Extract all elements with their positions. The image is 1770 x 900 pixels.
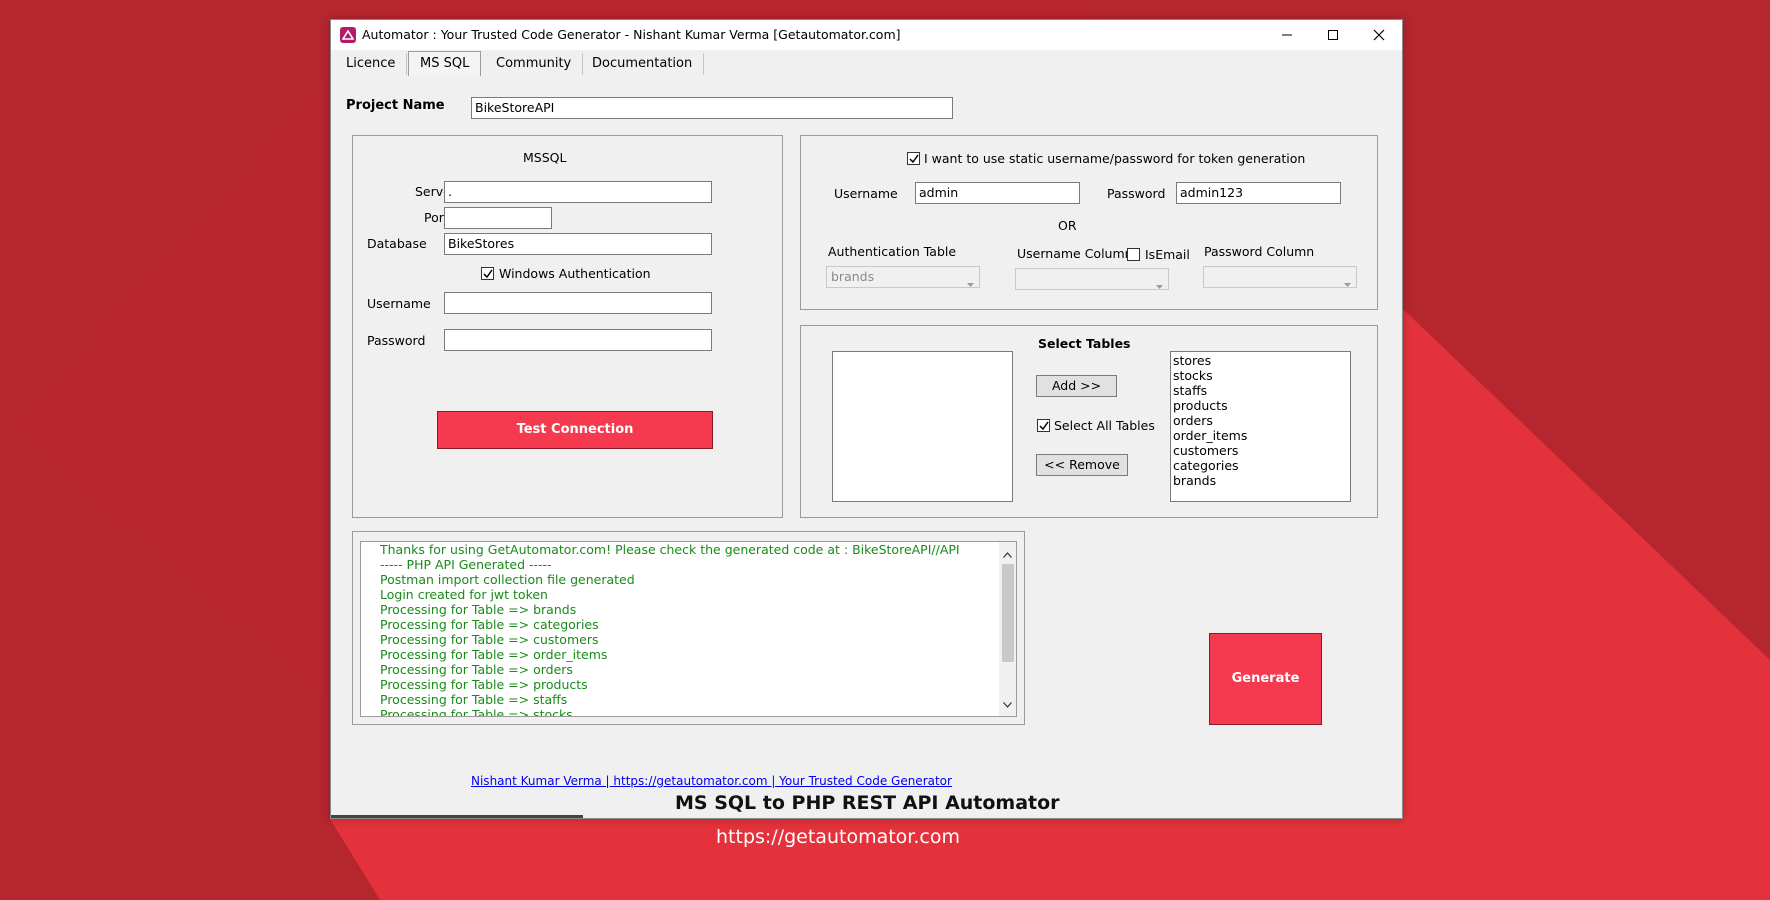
log-line: Processing for Table => stocks xyxy=(380,707,573,717)
list-item[interactable]: stocks xyxy=(1171,368,1350,383)
chevron-down-icon xyxy=(967,274,974,294)
port-input[interactable] xyxy=(444,207,552,229)
selected-tables-list[interactable]: stores stocks staffs products orders ord… xyxy=(1170,351,1351,502)
list-item[interactable]: order_items xyxy=(1171,428,1350,443)
log-line: Login created for jwt token xyxy=(380,587,548,602)
log-line: Processing for Table => products xyxy=(380,677,588,692)
tab-licence[interactable]: Licence xyxy=(335,53,408,75)
select-tables-title: Select Tables xyxy=(1038,336,1131,351)
token-password-label: Password xyxy=(1107,186,1166,201)
password-column-dropdown[interactable] xyxy=(1203,266,1357,288)
mssql-group-title: MSSQL xyxy=(523,150,567,165)
tables-group: Select Tables Add >> Select All Tables <… xyxy=(800,325,1378,518)
database-label: Database xyxy=(367,236,427,251)
tab-community[interactable]: Community xyxy=(485,53,584,75)
log-scrollbar[interactable] xyxy=(999,542,1016,716)
static-credentials-checkbox[interactable] xyxy=(907,152,920,165)
output-log[interactable]: Thanks for using GetAutomator.com! Pleas… xyxy=(360,541,1017,717)
log-line: Processing for Table => staffs xyxy=(380,692,568,707)
log-scrollbar-thumb[interactable] xyxy=(1002,564,1014,662)
log-line: Processing for Table => brands xyxy=(380,602,577,617)
title-bar[interactable]: Automator : Your Trusted Code Generator … xyxy=(331,20,1402,50)
chevron-down-icon[interactable] xyxy=(1003,697,1012,711)
project-name-label: Project Name xyxy=(346,98,445,113)
app-window: Automator : Your Trusted Code Generator … xyxy=(330,19,1403,819)
window-title: Automator : Your Trusted Code Generator … xyxy=(362,27,901,42)
available-tables-list[interactable] xyxy=(832,351,1013,502)
auth-table-value: brands xyxy=(831,269,875,284)
log-line: Processing for Table => orders xyxy=(380,662,573,677)
list-item[interactable]: orders xyxy=(1171,413,1350,428)
static-credentials-label: I want to use static username/password f… xyxy=(924,151,1306,166)
windows-auth-label: Windows Authentication xyxy=(499,266,651,281)
isemail-checkbox[interactable] xyxy=(1127,248,1140,261)
list-item[interactable]: staffs xyxy=(1171,383,1350,398)
list-item[interactable]: brands xyxy=(1171,473,1350,488)
minimize-button[interactable] xyxy=(1264,20,1310,50)
app-logo-icon xyxy=(340,27,356,43)
tab-documentation[interactable]: Documentation xyxy=(581,53,705,75)
isemail-label: IsEmail xyxy=(1145,247,1190,262)
status-strip xyxy=(331,815,583,818)
username-label: Username xyxy=(367,296,431,311)
log-line: ----- PHP API Generated ----- xyxy=(380,557,552,572)
log-line: Postman import collection file generated xyxy=(380,572,635,587)
list-item[interactable]: stores xyxy=(1171,353,1350,368)
mssql-group: MSSQL Server . Port Database BikeStores … xyxy=(352,135,783,518)
chevron-down-icon xyxy=(1344,274,1351,294)
password-label: Password xyxy=(367,333,426,348)
chevron-up-icon[interactable] xyxy=(1003,547,1012,561)
close-button[interactable] xyxy=(1356,20,1402,50)
project-name-input[interactable]: BikeStoreAPI xyxy=(471,97,953,119)
test-connection-button[interactable]: Test Connection xyxy=(437,411,713,449)
select-all-label: Select All Tables xyxy=(1054,418,1155,433)
footer-link[interactable]: Nishant Kumar Verma | https://getautomat… xyxy=(471,774,952,788)
list-item[interactable]: customers xyxy=(1171,443,1350,458)
log-group: Thanks for using GetAutomator.com! Pleas… xyxy=(352,531,1025,725)
token-group: I want to use static username/password f… xyxy=(800,135,1378,310)
server-input[interactable]: . xyxy=(444,181,712,203)
log-line: Processing for Table => categories xyxy=(380,617,599,632)
or-label: OR xyxy=(1058,218,1077,233)
remove-tables-button[interactable]: << Remove xyxy=(1036,454,1128,476)
caption-title: MS SQL to PHP REST API Automator xyxy=(675,792,1060,814)
generate-button[interactable]: Generate xyxy=(1209,633,1322,725)
list-item[interactable]: categories xyxy=(1171,458,1350,473)
password-input[interactable] xyxy=(444,329,712,351)
token-username-input[interactable]: admin xyxy=(915,182,1080,204)
log-line: Thanks for using GetAutomator.com! Pleas… xyxy=(380,542,960,557)
log-line: Processing for Table => order_items xyxy=(380,647,608,662)
token-password-input[interactable]: admin123 xyxy=(1176,182,1341,204)
log-line: Processing for Table => customers xyxy=(380,632,599,647)
chevron-down-icon xyxy=(1156,276,1163,296)
username-column-label: Username Column xyxy=(1017,246,1133,261)
auth-table-label: Authentication Table xyxy=(828,244,957,259)
caption-url: https://getautomator.com xyxy=(716,826,960,848)
auth-table-dropdown[interactable]: brands xyxy=(826,266,980,288)
windows-auth-checkbox[interactable] xyxy=(481,267,494,280)
password-column-label: Password Column xyxy=(1204,244,1315,259)
username-input[interactable] xyxy=(444,292,712,314)
add-tables-button[interactable]: Add >> xyxy=(1036,375,1117,397)
list-item[interactable]: products xyxy=(1171,398,1350,413)
token-username-label: Username xyxy=(834,186,898,201)
database-input[interactable]: BikeStores xyxy=(444,233,712,255)
tab-ms-sql[interactable]: MS SQL xyxy=(408,51,482,76)
username-column-dropdown[interactable] xyxy=(1015,268,1169,290)
maximize-button[interactable] xyxy=(1310,20,1356,50)
select-all-checkbox[interactable] xyxy=(1037,419,1050,432)
